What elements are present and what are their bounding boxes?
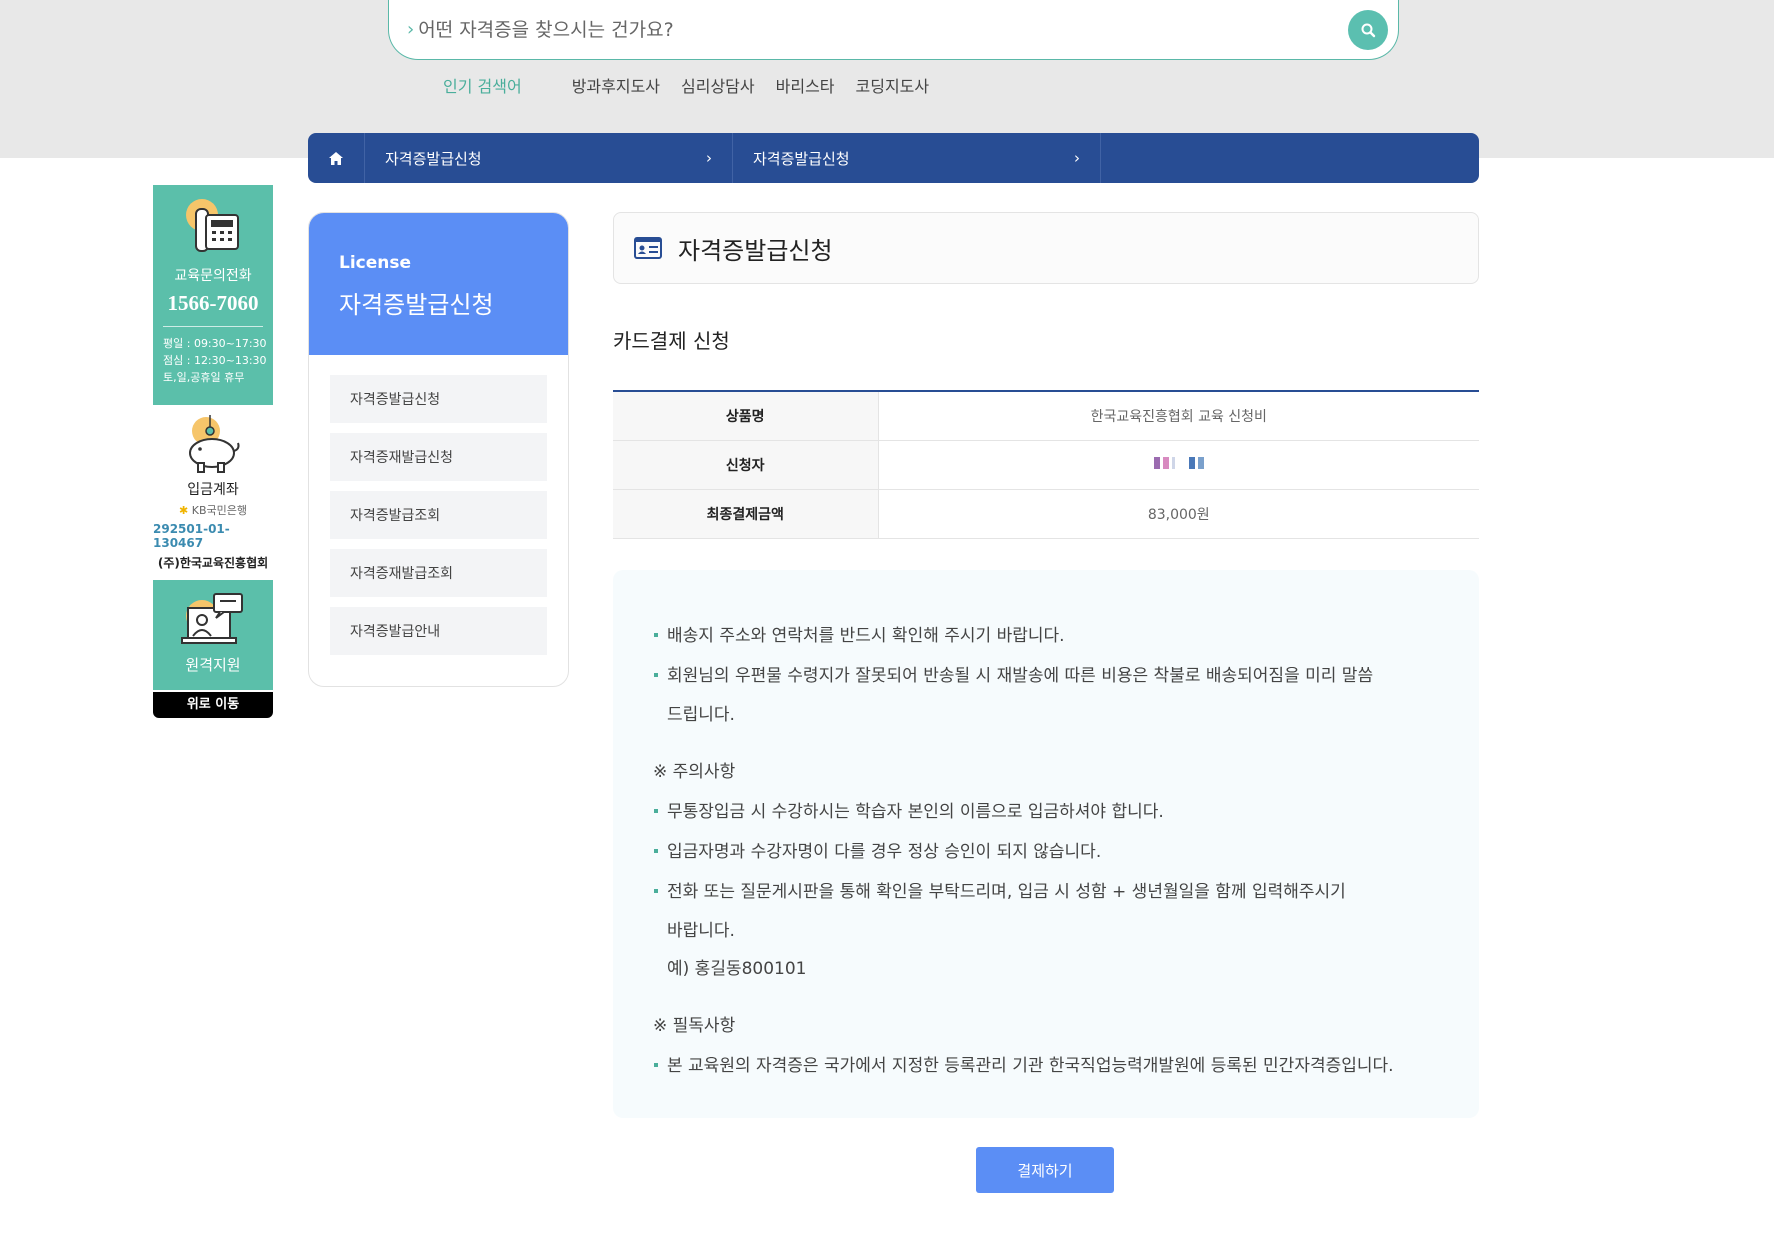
sidebar-item-reissue-lookup[interactable]: 자격증재발급조회 [330, 549, 547, 597]
notice-item-continued: 드립니다. [667, 705, 735, 725]
table-row: 상품명 한국교육진흥협회 교육 신청비 [613, 391, 1479, 441]
quick-bank: 입금계좌 ✱ KB국민은행 292501-01-130467 (주)한국교육진흥… [153, 405, 273, 580]
bank-title: 입금계좌 [187, 482, 239, 498]
home-icon [329, 151, 343, 165]
search-button[interactable] [1348, 10, 1388, 50]
sidebar-menu: 자격증발급신청 자격증재발급신청 자격증발급조회 자격증재발급조회 자격증발급안… [309, 355, 568, 685]
chevron-right-icon: › [1074, 149, 1080, 167]
remote-label: 원격지원 [185, 656, 241, 674]
payment-info-table: 상품명 한국교육진흥협회 교육 신청비 신청자 최종결제금액 83,000원 [613, 390, 1479, 539]
search-icon [1361, 23, 1376, 38]
notice-item: 무통장입금 시 수강하시는 학습자 본인의 이름으로 입금하셔야 합니다. [653, 792, 1439, 832]
remote-support-icon [181, 593, 243, 644]
popular-label: 인기 검색어 [443, 77, 522, 96]
breadcrumb-home[interactable] [308, 133, 365, 183]
notice-item: 회원님의 우편물 수령지가 잘못되어 반송될 시 재발송에 따른 비용은 착불로… [653, 656, 1439, 696]
popular-keyword[interactable]: 심리상담사 [681, 73, 755, 97]
piggy-bank-icon [189, 415, 240, 473]
page-title-box: 자격증발급신청 [613, 212, 1479, 284]
business-hours: 평일 : 09:30~17:30 점심 : 12:30~13:30 토,일,공휴… [153, 335, 267, 386]
account-holder: (주)한국교육진흥협회 [157, 556, 269, 570]
section-title: 카드결제 신청 [613, 329, 730, 353]
sidebar-item-reissue[interactable]: 자격증재발급신청 [330, 433, 547, 481]
table-value: 한국교육진흥협회 교육 신청비 [878, 391, 1479, 441]
popular-keyword[interactable]: 방과후지도사 [572, 73, 660, 97]
notice-box: 배송지 주소와 연락처를 반드시 확인해 주시기 바랍니다. 회원님의 우편물 … [613, 570, 1479, 1118]
account-number: 292501-01-130467 [153, 522, 230, 550]
notice-heading: ※ 주의사항 [653, 762, 736, 782]
sidebar-header: License 자격증발급신청 [309, 213, 568, 355]
scroll-top-button[interactable]: 위로 이동 [153, 692, 273, 718]
search-bar: › [388, 0, 1399, 60]
telephone-icon [186, 199, 239, 252]
hours-line: 토,일,공휴일 휴무 [163, 371, 245, 384]
popular-keywords: 인기 검색어 방과후지도사 심리상담사 바리스타 코딩지도사 [443, 73, 950, 97]
quick-remote-support[interactable]: 원격지원 [153, 580, 273, 690]
sidebar-title: 자격증발급신청 [339, 291, 494, 319]
quick-menu: 교육문의전화 1566-7060 평일 : 09:30~17:30 점심 : 1… [153, 185, 273, 718]
sidebar-item-issue-guide[interactable]: 자격증발급안내 [330, 607, 547, 655]
notice-item-continued: 예) 홍길동800101 [667, 959, 807, 979]
table-key: 신청자 [613, 440, 879, 490]
quick-phone[interactable]: 교육문의전화 1566-7060 평일 : 09:30~17:30 점심 : 1… [153, 185, 273, 405]
chevron-right-icon: › [407, 19, 415, 40]
table-key: 최종결제금액 [613, 489, 879, 539]
sidebar-item-issue-lookup[interactable]: 자격증발급조회 [330, 491, 547, 539]
id-card-icon [634, 237, 662, 259]
table-key: 상품명 [613, 391, 879, 441]
search-input[interactable] [418, 18, 1319, 41]
notice-item: 본 교육원의 자격증은 국가에서 지정한 등록관리 기관 한국직업능력개발원에 … [653, 1046, 1439, 1086]
kb-logo-icon: ✱ [179, 504, 189, 517]
table-row: 신청자 [613, 440, 1479, 490]
obscured-name-icon [1153, 456, 1204, 469]
divider [163, 326, 263, 327]
hours-line: 평일 : 09:30~17:30 [163, 337, 267, 350]
table-value: 83,000원 [878, 489, 1479, 539]
bank-name-text: KB국민은행 [191, 504, 247, 517]
notice-item: 배송지 주소와 연락처를 반드시 확인해 주시기 바랍니다. [653, 616, 1439, 656]
hours-line: 점심 : 12:30~13:30 [163, 354, 267, 367]
popular-keyword[interactable]: 코딩지도사 [856, 73, 930, 97]
breadcrumb-item[interactable]: 자격증발급신청 › [365, 133, 733, 183]
table-row: 최종결제금액 83,000원 [613, 489, 1479, 539]
sidebar-item-issue[interactable]: 자격증발급신청 [330, 375, 547, 423]
applicant-value [878, 440, 1479, 490]
chevron-right-icon: › [706, 149, 712, 167]
phone-number: 1566-7060 [167, 291, 259, 315]
notice-heading: ※ 필독사항 [653, 1016, 736, 1036]
popular-keyword[interactable]: 바리스타 [776, 73, 835, 97]
bank-name: ✱ KB국민은행 [179, 502, 247, 518]
sidebar: License 자격증발급신청 자격증발급신청 자격증재발급신청 자격증발급조회… [308, 212, 569, 687]
breadcrumb-item[interactable]: 자격증발급신청 › [733, 133, 1101, 183]
breadcrumb: 자격증발급신청 › 자격증발급신청 › [308, 133, 1479, 183]
pay-button[interactable]: 결제하기 [976, 1147, 1114, 1193]
notice-item: 입금자명과 수강자명이 다를 경우 정상 승인이 되지 않습니다. [653, 832, 1439, 872]
sidebar-subtitle: License [339, 253, 412, 273]
page-title: 자격증발급신청 [678, 236, 833, 265]
notice-item-continued: 바랍니다. [667, 921, 735, 941]
breadcrumb-label: 자격증발급신청 [385, 149, 482, 168]
phone-label: 교육문의전화 [174, 268, 252, 284]
breadcrumb-label: 자격증발급신청 [753, 149, 850, 168]
notice-item: 전화 또는 질문게시판을 통해 확인을 부탁드리며, 입금 시 성함 + 생년월… [653, 872, 1439, 912]
